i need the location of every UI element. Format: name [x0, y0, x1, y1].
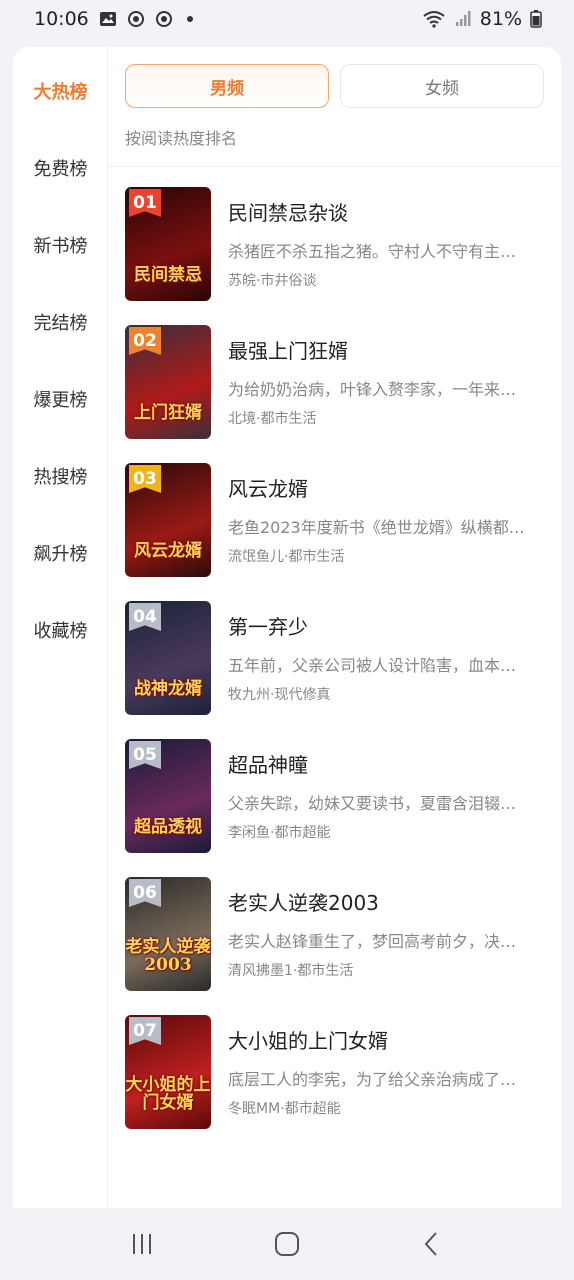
book-item[interactable]: 04 战神龙婿 第一弃少 五年前，父亲公司被人设计陷害，血本无归。 牧九州·现代…	[125, 601, 545, 716]
book-meta: 李闲鱼·都市超能	[228, 825, 331, 841]
sidebar-item-new[interactable]: 新书榜	[13, 225, 108, 265]
recent-apps-icon	[133, 1234, 152, 1254]
sidebar-item-label: 收藏榜	[33, 621, 88, 642]
book-cover[interactable]: 01 民间禁忌	[125, 187, 211, 301]
notification-dot	[186, 16, 193, 22]
book-description: 老实人赵锋重生了，梦回高考前夕，决定逆袭。	[228, 932, 530, 951]
status-left: 10:06	[34, 8, 193, 30]
book-meta: 冬眠MM·都市超能	[228, 1101, 341, 1117]
ranking-content: 男频 女频 按阅读热度排名 01 民间禁忌 民间禁忌杂谈 杀猪匠不杀五指之猪。守…	[108, 47, 561, 1208]
cover-title: 大小姐的上门女婿	[125, 1075, 211, 1114]
book-meta: 牧九州·现代修真	[228, 687, 331, 703]
sidebar-item-finished[interactable]: 完结榜	[13, 302, 108, 342]
book-description: 父亲失踪，幼妹又要读书，夏雷含泪辍学打工。	[228, 794, 530, 813]
book-item[interactable]: 01 民间禁忌 民间禁忌杂谈 杀猪匠不杀五指之猪。守村人不守有主之村。 苏皖·市…	[125, 187, 545, 302]
book-meta: 北境·都市生活	[228, 411, 317, 427]
cover-title: 风云龙婿	[134, 541, 202, 562]
gallery-icon	[99, 10, 117, 28]
tab-male[interactable]: 男频	[125, 64, 329, 108]
battery-icon	[530, 10, 542, 28]
sidebar-item-label: 飙升榜	[33, 544, 88, 565]
status-time: 10:06	[34, 8, 89, 30]
sidebar-item-search[interactable]: 热搜榜	[13, 456, 108, 496]
signal-icon	[454, 10, 472, 28]
status-bar: 10:06 81%	[0, 0, 574, 38]
sync-icon-2	[155, 10, 173, 28]
sidebar-item-label: 爆更榜	[33, 390, 88, 411]
book-title[interactable]: 大小姐的上门女婿	[228, 1025, 388, 1054]
ranking-card: 大热榜 免费榜 新书榜 完结榜 爆更榜 热搜榜 飙升榜 收藏榜 男频 女频 按阅…	[13, 47, 561, 1208]
book-cover[interactable]: 06 老实人逆袭2003	[125, 877, 211, 991]
home-icon	[274, 1232, 299, 1256]
book-meta: 清风拂墨1·都市生活	[228, 963, 354, 979]
gender-tabs: 男频 女频	[125, 64, 544, 108]
cover-title: 战神龙婿	[134, 679, 202, 700]
book-title[interactable]: 最强上门狂婿	[228, 335, 348, 364]
sidebar-item-label: 完结榜	[33, 313, 88, 334]
status-right: 81%	[422, 8, 542, 30]
cover-title: 老实人逆袭2003	[125, 937, 211, 976]
book-item[interactable]: 02 上门狂婿 最强上门狂婿 为给奶奶治病，叶锋入赘李家，一年来受尽屈辱。 北境…	[125, 325, 545, 440]
book-item[interactable]: 05 超品透视 超品神瞳 父亲失踪，幼妹又要读书，夏雷含泪辍学打工。 李闲鱼·都…	[125, 739, 545, 854]
book-description: 为给奶奶治病，叶锋入赘李家，一年来受尽屈辱。	[228, 380, 530, 399]
wifi-icon	[422, 10, 446, 28]
book-cover[interactable]: 05 超品透视	[125, 739, 211, 853]
sidebar-item-label: 大热榜	[33, 82, 88, 103]
sidebar-item-rising[interactable]: 飙升榜	[13, 533, 108, 573]
book-cover[interactable]: 07 大小姐的上门女婿	[125, 1015, 211, 1129]
sidebar-item-favorite[interactable]: 收藏榜	[13, 610, 108, 650]
sidebar-item-hot[interactable]: 大热榜	[13, 71, 108, 111]
book-item[interactable]: 03 风云龙婿 风云龙婿 老鱼2023年度新书《绝世龙婿》纵横都市。 流氓鱼儿·…	[125, 463, 545, 578]
sidebar-item-free[interactable]: 免费榜	[13, 148, 108, 188]
battery-percent: 81%	[479, 8, 522, 30]
cover-title: 上门狂婿	[134, 403, 202, 424]
sync-icon	[127, 10, 145, 28]
recent-apps-button[interactable]	[112, 1219, 172, 1269]
cover-title: 民间禁忌	[134, 265, 202, 286]
book-cover[interactable]: 02 上门狂婿	[125, 325, 211, 439]
book-item[interactable]: 06 老实人逆袭2003 老实人逆袭2003 老实人赵锋重生了，梦回高考前夕，决…	[125, 877, 545, 992]
sort-label: 按阅读热度排名	[125, 129, 238, 148]
book-cover[interactable]: 04 战神龙婿	[125, 601, 211, 715]
book-description: 五年前，父亲公司被人设计陷害，血本无归。	[228, 656, 530, 675]
back-icon	[424, 1232, 437, 1256]
book-description: 底层工人的李宪，为了给父亲治病成了上门女婿。	[228, 1070, 530, 1089]
book-cover[interactable]: 03 风云龙婿	[125, 463, 211, 577]
divider	[108, 166, 561, 167]
sidebar-item-label: 免费榜	[33, 159, 88, 180]
book-description: 老鱼2023年度新书《绝世龙婿》纵横都市。	[228, 518, 530, 537]
book-meta: 苏皖·市井俗谈	[228, 273, 317, 289]
ranking-sidebar: 大热榜 免费榜 新书榜 完结榜 爆更榜 热搜榜 飙升榜 收藏榜	[13, 47, 108, 1208]
tab-female[interactable]: 女频	[340, 64, 544, 108]
book-item[interactable]: 07 大小姐的上门女婿 大小姐的上门女婿 底层工人的李宪，为了给父亲治病成了上门…	[125, 1015, 545, 1130]
book-description: 杀猪匠不杀五指之猪。守村人不守有主之村。	[228, 242, 530, 261]
sidebar-item-update[interactable]: 爆更榜	[13, 379, 108, 419]
sidebar-item-label: 新书榜	[33, 236, 88, 257]
home-button[interactable]	[257, 1219, 317, 1269]
back-button[interactable]	[402, 1219, 462, 1269]
book-title[interactable]: 第一弃少	[228, 611, 308, 640]
book-title[interactable]: 风云龙婿	[228, 473, 308, 502]
sidebar-item-label: 热搜榜	[33, 467, 88, 488]
cover-title: 超品透视	[134, 817, 202, 838]
book-title[interactable]: 老实人逆袭2003	[228, 887, 379, 916]
book-meta: 流氓鱼儿·都市生活	[228, 549, 345, 565]
system-nav-bar	[0, 1208, 574, 1280]
book-title[interactable]: 超品神瞳	[228, 749, 308, 778]
book-title[interactable]: 民间禁忌杂谈	[228, 197, 348, 226]
